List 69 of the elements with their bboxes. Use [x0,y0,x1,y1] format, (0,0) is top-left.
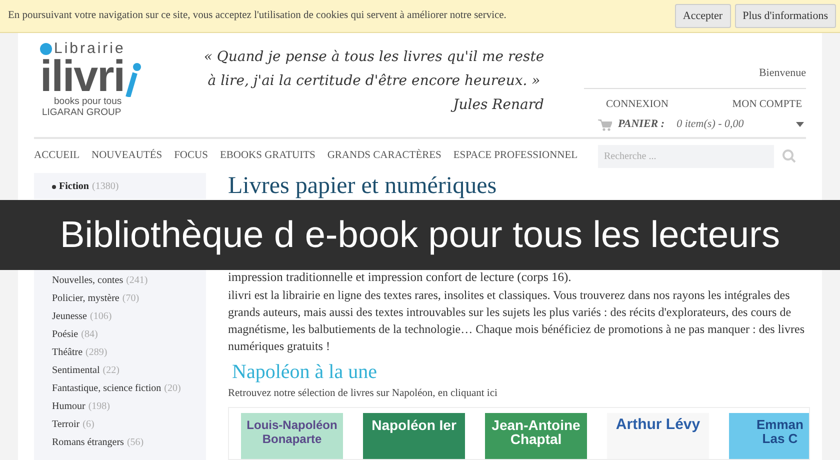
book-cover[interactable]: Louis-Napoléon Bonaparte [241,413,343,459]
subcategory-link[interactable]: Jeunesse [52,311,87,322]
nav-link[interactable]: ACCUEIL [34,148,80,164]
category-count: (106) [89,311,112,322]
book-title: Emman [756,418,804,432]
cookie-notice: En poursuivant votre navigation sur ce site, vous acceptez l'utilisation de cookies qui servent à améliorer notre service. [8,9,506,24]
bullet-icon [52,184,56,188]
category-count: (6) [82,419,94,430]
subcategory-link[interactable]: Policier, mystère [52,293,120,304]
book-cover[interactable]: Emman Las C [729,413,809,459]
book-title: Jean-Antoine [492,418,580,432]
caret-icon[interactable] [796,122,804,127]
section-link[interactable]: Retrouvez notre sélection de livres sur Napoléon, en cliquant ici [228,383,810,401]
category-count: (241) [125,275,148,286]
quote-author: Jules Renard [453,93,574,117]
book-cover[interactable]: Arthur Lévy [607,413,709,459]
quote-line: à lire, j'ai la certitude d'être encore heureux. » [208,72,540,91]
nav-link[interactable]: EBOOKS GRATUITS [220,148,316,164]
category-count: (289) [84,347,108,358]
quote-line: « Quand je pense à tous les livres qu'il me reste [204,48,544,67]
search-field[interactable]: Recherche ... [598,144,774,168]
subcategory-link[interactable]: Sentimental [52,365,100,376]
subcategory-link[interactable]: Poésie [52,329,78,340]
category-count: (20) [163,383,181,394]
search-input[interactable]: Recherche ... [604,148,768,164]
category-count: (198) [87,401,110,412]
cart-summary: 0 item(s) - 0,00 [676,117,744,132]
cookie-button[interactable]: Accepter [674,4,731,28]
category-count: (84) [80,329,98,340]
book-title: Bonaparte [262,432,322,446]
nav-link[interactable]: GRANDS CARACTÈRES [327,148,442,164]
book-title: Louis-Napoléon [246,418,338,432]
page-heading: Livres papier et numériques [228,173,497,199]
category-count: (70) [121,293,140,304]
subcategory-link[interactable]: Humour [52,401,86,412]
book-cover[interactable]: Napoléon Ier [363,413,465,459]
intro-paragraph: ilivri est la librairie en ligne des textes rares, insolites et classiques. Vous trouverez dans nos rayons les intégrales des grands auteurs, mais aussi des textes introuvables sur les sujets les plus variés : des récits d'explorateurs, des cours de magnétisme, les balbutiements de la technologie… Chaque mois bénéficiez de promotions à ne pas manquer : des livres numériques gratuits ! [228,287,806,355]
subcategory-link[interactable]: Nouvelles, contes [52,275,124,286]
book-title: Chaptal [510,432,562,446]
subcategory-link[interactable]: Terroir [52,419,80,430]
book-title: Arthur Lévy [616,418,700,432]
logo-wordmark: ilivri [40,57,124,97]
category-link[interactable]: Fiction [59,179,89,194]
account-link[interactable]: CONNEXION [606,96,668,112]
logo-group: LIGARAN GROUP [40,107,174,118]
banner-title: Bibliothèque d e-book pour tous les lecteurs [60,213,780,258]
cookie-button[interactable]: Plus d'informations [734,4,836,28]
cart-label: PANIER : [618,117,665,132]
category-count: (1380) [92,180,119,194]
subcategory-link[interactable]: Théâtre [52,347,83,358]
dot-icon [40,43,52,55]
nav-link[interactable]: ESPACE PROFESSIONNEL [453,148,578,164]
logo-tagline: books pour tous [53,97,123,107]
section-heading: Napoléon à la une [231,360,378,383]
account-link[interactable]: MON COMPTE [732,96,802,112]
book-cover[interactable]: Jean-Antoine Chaptal [485,413,587,459]
category-count: (22) [102,365,120,376]
cart-icon [598,118,612,130]
subcategory-link[interactable]: Romans étrangers [52,437,124,448]
subcategory-link[interactable]: Fantastique, science fiction [52,383,162,394]
welcome-text: Bienvenue [758,66,806,81]
category-count: (56) [126,437,144,448]
logo[interactable]: Librairie ilivri books pour tous LIGARAN GROUP [34,41,174,137]
book-title: Las C [762,432,798,446]
intro-text: impression traditionnelle et impression confort de lecture (corps 16). [228,270,572,285]
nav-link[interactable]: FOCUS [174,148,208,164]
nav-link[interactable]: NOUVEAUTÉS [92,148,162,164]
logo-subtitle: Librairie [54,41,126,57]
book-title: Napoléon Ier [372,418,456,432]
